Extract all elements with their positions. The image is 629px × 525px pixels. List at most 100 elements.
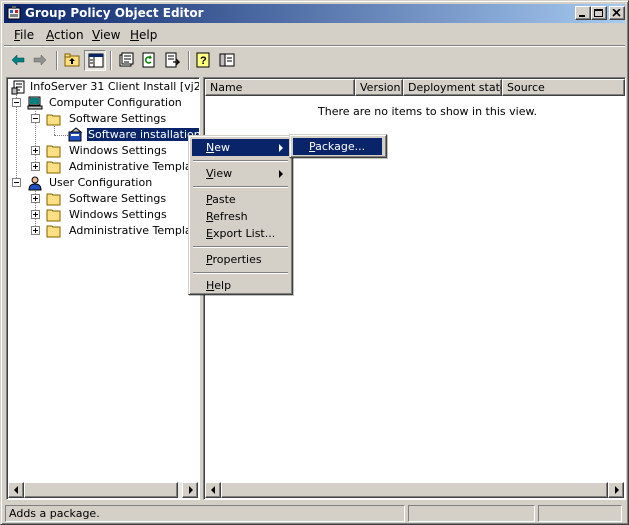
context-menu-view-label: View: [206, 167, 233, 180]
tree-item-root[interactable]: InfoServer 31 Client Install [vj2k3F: [9, 79, 199, 95]
tree-item-uc-software-settings[interactable]: Software Settings: [31, 191, 199, 207]
back-button[interactable]: [7, 50, 29, 71]
column-header-version[interactable]: Version: [355, 79, 403, 96]
expand-icon[interactable]: [31, 194, 40, 203]
scroll-right-button[interactable]: [608, 482, 624, 498]
tree-horizontal-scrollbar[interactable]: [8, 482, 198, 498]
help-icon: ?: [196, 52, 210, 68]
menu-help[interactable]: Help: [130, 28, 157, 42]
toolbar-separator: [110, 51, 112, 70]
tree-label-software-installation: Software installation: [86, 127, 200, 142]
column-header-deployment-state[interactable]: Deployment state: [403, 79, 502, 96]
export-list-button[interactable]: [161, 50, 183, 71]
menu-action[interactable]: Action: [46, 28, 84, 42]
column-header-source[interactable]: Source: [502, 79, 625, 96]
toolbar: ?: [4, 48, 625, 74]
scroll-thumb[interactable]: [24, 482, 178, 498]
menu-view[interactable]: View: [92, 28, 120, 42]
context-menu-new[interactable]: New: [192, 139, 289, 156]
up-one-level-button[interactable]: [61, 50, 83, 71]
status-bar: Adds a package.: [4, 504, 625, 523]
expand-icon[interactable]: [31, 162, 40, 171]
help-button[interactable]: ?: [193, 50, 215, 71]
title-bar[interactable]: Group Policy Object Editor: [4, 4, 625, 23]
list-horizontal-scrollbar[interactable]: [205, 482, 624, 498]
column-header-name[interactable]: Name: [205, 79, 355, 96]
menu-separator: [4, 45, 625, 47]
tree-label-cc-administrative-templates: Administrative Templates: [69, 160, 200, 173]
gpo-app-icon: [7, 6, 21, 20]
arrow-right-icon: [189, 486, 193, 494]
tree-label-uc-windows-settings: Windows Settings: [69, 208, 167, 221]
context-menu-new-label: New: [206, 141, 230, 154]
user-icon: [28, 176, 42, 191]
menu-separator: [193, 186, 288, 188]
folder-icon: [46, 225, 61, 238]
context-menu-help-label: Help: [206, 279, 232, 292]
group-policy-editor-window: Group Policy Object Editor File Action V…: [0, 0, 629, 525]
refresh-button[interactable]: [138, 50, 160, 71]
context-menu-export-list-label: Export List...: [206, 227, 276, 240]
context-menu-properties-label: Properties: [206, 253, 262, 266]
scroll-left-button[interactable]: [205, 482, 221, 498]
context-menu-help[interactable]: Help: [192, 277, 289, 294]
window-title: Group Policy Object Editor: [25, 6, 204, 20]
toolbar-separator: [188, 51, 190, 70]
context-menu-view[interactable]: View: [192, 165, 289, 182]
console-tree-pane[interactable]: InfoServer 31 Client Install [vj2k3F Com…: [6, 77, 200, 500]
tree-connector: [54, 126, 55, 135]
tree-item-user-configuration[interactable]: User Configuration: [12, 175, 199, 191]
minimize-button[interactable]: [575, 6, 591, 20]
tree-item-uc-administrative-templates[interactable]: Administrative Templates: [31, 223, 199, 239]
policy-scroll-icon: [11, 80, 25, 95]
minimize-icon: [579, 15, 585, 17]
tree-label-cc-windows-settings: Windows Settings: [69, 144, 167, 157]
tree-label-uc-administrative-templates: Administrative Templates: [69, 224, 200, 237]
scroll-thumb[interactable]: [221, 482, 608, 498]
expand-icon[interactable]: [31, 226, 40, 235]
tree-item-uc-windows-settings[interactable]: Windows Settings: [31, 207, 199, 223]
close-button[interactable]: [609, 6, 625, 20]
context-menu-export-list[interactable]: Export List...: [192, 225, 289, 242]
description-bar-button[interactable]: [216, 50, 238, 71]
arrow-right-icon: [615, 486, 619, 494]
context-menu-refresh-label: Refresh: [206, 210, 248, 223]
svg-text:?: ?: [200, 55, 207, 67]
context-menu-refresh[interactable]: Refresh: [192, 208, 289, 225]
properties-button[interactable]: [115, 50, 137, 71]
maximize-button[interactable]: [591, 6, 607, 20]
description-bar-icon: [219, 53, 235, 67]
expand-icon[interactable]: [31, 210, 40, 219]
refresh-icon: [142, 52, 155, 68]
tree-item-cc-windows-settings[interactable]: Windows Settings: [31, 143, 199, 159]
status-panel: [408, 505, 535, 522]
empty-list-message: There are no items to show in this view.: [318, 105, 537, 118]
toolbar-separator: [56, 51, 58, 70]
collapse-icon[interactable]: [12, 178, 21, 187]
collapse-icon[interactable]: [31, 114, 40, 123]
tree-item-cc-software-settings[interactable]: Software Settings: [31, 111, 199, 127]
forward-arrow-icon: [33, 54, 47, 66]
forward-button[interactable]: [29, 50, 51, 71]
folder-icon: [46, 161, 61, 174]
expand-icon[interactable]: [31, 146, 40, 155]
maximize-icon: [594, 9, 603, 17]
collapse-icon[interactable]: [12, 98, 21, 107]
submenu-arrow-icon: [279, 144, 283, 152]
scroll-left-button[interactable]: [8, 482, 24, 498]
tree-item-computer-configuration[interactable]: Computer Configuration: [12, 95, 199, 111]
close-icon: [612, 9, 621, 17]
tree-connector: [54, 135, 68, 136]
submenu-package[interactable]: Package...: [293, 138, 382, 155]
context-menu-paste[interactable]: Paste: [192, 191, 289, 208]
tree-item-cc-administrative-templates[interactable]: Administrative Templates: [31, 159, 199, 175]
scroll-right-button[interactable]: [182, 482, 198, 498]
menu-file[interactable]: File: [14, 28, 34, 42]
tree-item-software-installation[interactable]: Software installation: [68, 127, 199, 143]
computer-icon: [27, 96, 43, 110]
context-menu-properties[interactable]: Properties: [192, 251, 289, 268]
show-hide-console-tree-button[interactable]: [84, 50, 106, 71]
menu-separator: [193, 160, 288, 162]
status-panel: [538, 505, 622, 522]
arrow-left-icon: [211, 486, 215, 494]
